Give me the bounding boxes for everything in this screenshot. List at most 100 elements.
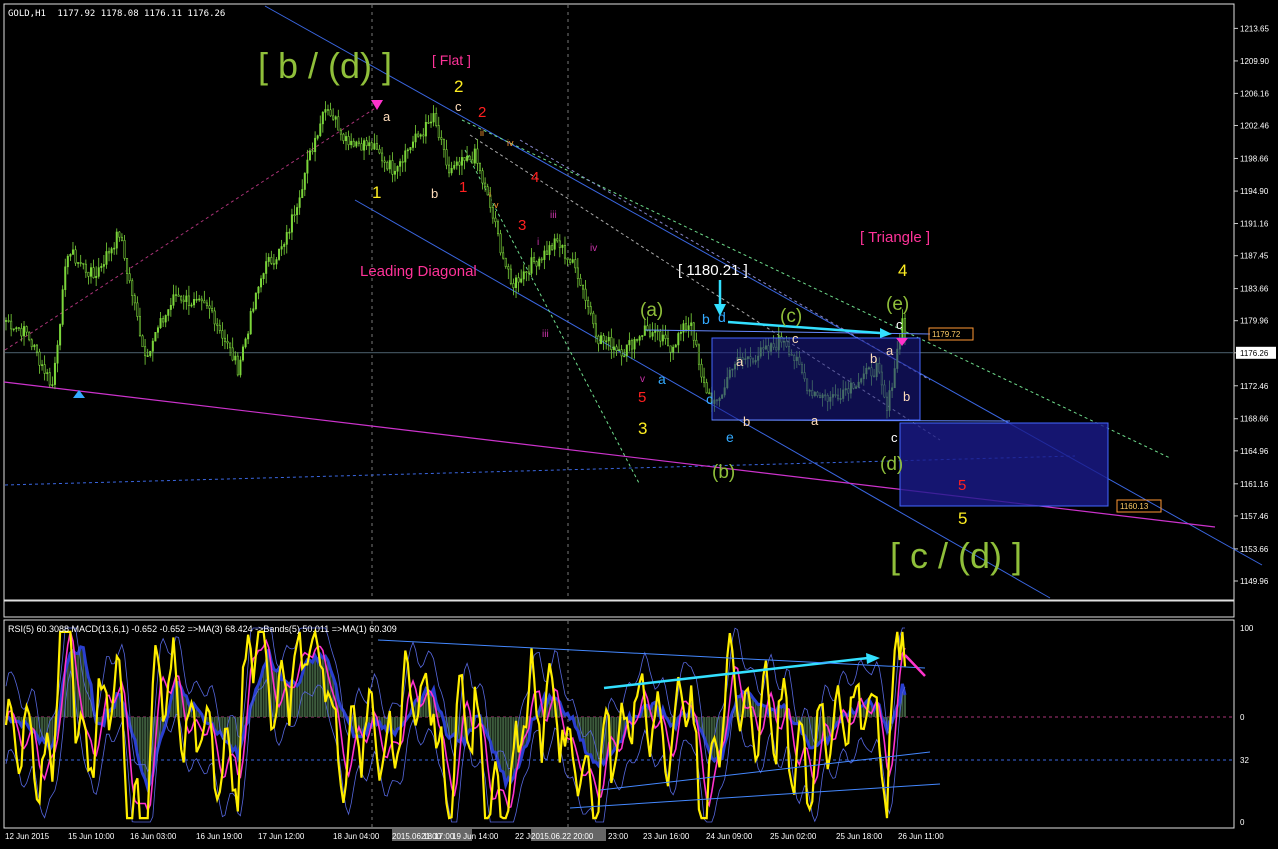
candle-body <box>116 232 117 248</box>
candle-body <box>484 183 485 187</box>
candle-body <box>685 324 686 330</box>
annotation-n5-red-b: 5 <box>958 477 966 494</box>
candle-body <box>180 296 181 300</box>
candle-body <box>211 308 212 310</box>
candle-body <box>302 189 303 197</box>
candle-body <box>469 156 470 160</box>
candle-body <box>271 257 272 263</box>
candle-body <box>245 339 246 347</box>
indicator-header: RSI(5) 60.3088 MACD(13,6,1) -0.652 -0.65… <box>8 624 397 634</box>
candle-body <box>541 259 542 260</box>
candle-body <box>93 268 94 278</box>
candle-body <box>642 335 643 336</box>
candle-body <box>417 134 418 136</box>
annotation-n3-red: 3 <box>518 217 526 234</box>
candle-body <box>21 328 22 336</box>
candle-body <box>340 130 341 134</box>
candle-body <box>304 173 305 189</box>
candle-body <box>294 215 295 216</box>
candle-body <box>121 237 122 240</box>
candle-body <box>441 138 442 140</box>
annotation-r-iii: iii <box>550 210 557 221</box>
candle-body <box>330 110 331 116</box>
candle-body <box>420 135 421 136</box>
candle-body <box>425 122 426 136</box>
annotation-r-ii: ii <box>480 128 484 138</box>
price-tick-label: 1209.90 <box>1240 57 1269 66</box>
candle-body <box>173 295 174 306</box>
annotation-n1-yellow: 1 <box>372 183 381 202</box>
candle-body <box>209 306 210 309</box>
time-label: 24 Jun 09:00 <box>706 832 753 841</box>
candle-body <box>562 245 563 247</box>
annotation-r-iv2: iv <box>590 243 597 254</box>
candle-body <box>459 162 460 165</box>
candle-body <box>415 134 416 142</box>
candle-body <box>322 112 323 124</box>
annotation-l-c3: c <box>896 317 903 332</box>
candle-body <box>389 161 390 169</box>
candle-body <box>624 356 625 357</box>
candle-body <box>193 299 194 305</box>
candle-body <box>103 264 104 266</box>
candle-body <box>227 341 228 343</box>
candle-body <box>335 117 336 120</box>
candle-body <box>392 161 393 175</box>
annotation-l-b5: b <box>903 389 910 404</box>
candle-body <box>693 323 694 340</box>
candle-body <box>670 346 671 352</box>
candle-body <box>299 198 300 208</box>
candle-body <box>317 136 318 139</box>
candle-body <box>464 157 465 160</box>
candle-body <box>155 332 156 341</box>
candle-body <box>126 258 127 273</box>
macd-bar <box>500 717 502 771</box>
annotation-l-a4: a <box>658 371 666 387</box>
candle-body <box>214 311 215 324</box>
candle-body <box>49 373 50 385</box>
candle-body <box>402 161 403 162</box>
candle-body <box>80 262 81 263</box>
candle-body <box>47 373 48 374</box>
candle-body <box>644 326 645 336</box>
candle-body <box>165 315 166 322</box>
candle-body <box>690 323 691 326</box>
price-tick-label: 1206.16 <box>1240 89 1269 98</box>
candle-body <box>144 347 145 356</box>
candle-body <box>564 245 565 258</box>
candle-body <box>405 151 406 162</box>
candle-body <box>111 249 112 253</box>
candle-body <box>539 259 540 266</box>
candle-body <box>394 171 395 174</box>
candle-body <box>603 336 604 341</box>
symbol-header: GOLD,H1 1177.92 1178.08 1176.11 1176.26 <box>8 9 225 19</box>
annotation-n2-red: 2 <box>478 104 486 121</box>
candle-body <box>672 347 673 352</box>
macd-bar <box>613 717 615 750</box>
candle-body <box>680 332 681 333</box>
macd-bar <box>494 717 496 752</box>
macd-bar <box>317 661 319 717</box>
candle-body <box>474 149 475 163</box>
candle-body <box>356 142 357 146</box>
candle-body <box>343 134 344 141</box>
candle-body <box>88 272 89 276</box>
candle-body <box>314 138 315 152</box>
candle-body <box>626 345 627 356</box>
candle-body <box>587 300 588 306</box>
candle-body <box>296 207 297 214</box>
candle-body <box>113 248 114 249</box>
price-tick-label: 1202.46 <box>1240 121 1269 130</box>
candle-body <box>8 320 9 321</box>
macd-bar <box>314 656 316 717</box>
annotation-l-c2: c <box>792 331 799 346</box>
candle-body <box>309 151 310 160</box>
candle-body <box>698 345 699 364</box>
annotation-n2-yellow: 2 <box>454 77 463 96</box>
time-label: 16 Jun 19:00 <box>196 832 243 841</box>
candle-body <box>134 296 135 303</box>
macd-bar <box>144 717 146 779</box>
candle-body <box>198 299 199 300</box>
candle-body <box>667 339 668 346</box>
candle-body <box>544 251 545 260</box>
